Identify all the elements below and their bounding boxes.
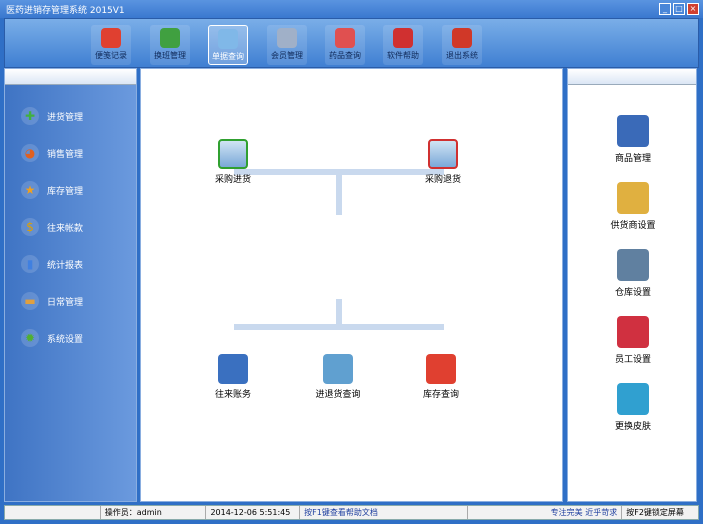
medicine-icon [335,28,355,48]
status-lock-hint: 按F2键锁定屏幕 [626,508,684,517]
toolbar-button-members[interactable]: 会员管理 [267,25,307,65]
toolbar-button-label: 软件帮助 [387,51,419,60]
star-icon: ★ [21,181,39,199]
magnifier-icon [218,29,238,49]
sidebar-header [5,69,136,85]
folder-icon: ▬ [21,292,39,310]
staff-icon [617,316,649,348]
status-datetime: 2014-12-06 5:51:45 [206,506,301,519]
status-operator: 操作员：admin [101,506,207,519]
return-query-icon [323,354,353,384]
power-icon [452,28,472,48]
sidebar-item-dollar[interactable]: $ 往来帐款 [21,218,83,236]
dollar-icon: $ [21,218,39,236]
toolbar-button-label: 会员管理 [271,51,303,60]
right-panel: 商品管理供货商设置仓库设置员工设置更换皮肤 [567,68,697,502]
right-item-warehouse[interactable]: 仓库设置 [568,249,698,298]
supplier-icon [617,182,649,214]
center-item-return-query[interactable]: 进退货查询 [308,354,368,400]
right-item-label: 更换皮肤 [614,422,651,432]
right-item-label: 员工设置 [614,355,651,365]
center-item-label: 进退货查询 [315,390,361,400]
title-bar: 医药进销存管理系统 2015V1 _ □ × [0,0,703,18]
sidebar-item-label: 统计报表 [47,260,84,271]
center-item-label: 采购退货 [424,175,461,185]
connector-top-stem [336,175,342,215]
right-item-staff[interactable]: 员工设置 [568,316,698,365]
sidebar-item-label: 往来帐款 [47,223,84,234]
right-item-label: 供货商设置 [610,221,656,231]
main-panel: 采购进货 采购退货往来账务 进退货查询 库存查询 [140,68,563,502]
sidebar-item-gear[interactable]: ✹ 系统设置 [21,329,83,347]
sidebar-item-folder[interactable]: ▬ 日常管理 [21,292,83,310]
center-item-label: 往来账务 [214,390,251,400]
center-item-label: 采购进货 [214,175,251,185]
status-bar: 操作员：admin 2014-12-06 5:51:45 按F1键查看帮助文档 … [4,505,699,520]
cart-add-icon [218,139,248,169]
toolbar-button-label: 便笺记录 [95,51,127,60]
sidebar-item-label: 库存管理 [47,186,84,197]
members-icon [277,28,297,48]
right-item-label: 商品管理 [614,154,651,164]
toolbar-button-label: 药品查询 [329,51,361,60]
toolbar-button-magnifier[interactable]: 单据查询 [208,25,248,65]
notepad-icon [101,28,121,48]
center-item-cart-remove[interactable]: 采购退货 [413,139,473,185]
status-slogan: 专注完美 近乎苛求 [468,506,623,519]
skin-icon [617,383,649,415]
toolbar-button-label: 单据查询 [212,52,244,61]
cart-remove-icon [428,139,458,169]
sidebar-item-label: 销售管理 [47,149,84,160]
pie-chart-icon: ◕ [21,144,39,162]
minimize-button[interactable]: _ [659,3,671,15]
toolbar: 便笺记录 换班管理 单据查询 会员管理 药品查询 软件帮助 退出系统 [4,18,699,68]
sidebar-item-label: 进货管理 [47,112,84,123]
close-button[interactable]: × [687,3,699,15]
right-panel-header [568,69,696,85]
warehouse-icon [617,249,649,281]
status-blank [5,506,101,519]
inventory-icon [426,354,456,384]
maximize-button[interactable]: □ [673,3,685,15]
sidebar-item-pie-chart[interactable]: ◕ 销售管理 [21,144,83,162]
sidebar-item-plus[interactable]: ✚ 进货管理 [21,107,83,125]
right-item-label: 仓库设置 [614,288,651,298]
right-item-goods[interactable]: 商品管理 [568,115,698,164]
center-item-label: 库存查询 [422,390,459,400]
goods-icon [617,115,649,147]
connector-bottom [234,324,444,330]
toolbar-button-label: 退出系统 [446,51,478,60]
toolbar-button-help[interactable]: 软件帮助 [383,25,423,65]
toolbar-button-medicine[interactable]: 药品查询 [325,25,365,65]
center-item-cart-add[interactable]: 采购进货 [203,139,263,185]
status-help: 按F1键查看帮助文档 [300,506,468,519]
ledger-icon [218,354,248,384]
gear-icon: ✹ [21,329,39,347]
sidebar-item-star[interactable]: ★ 库存管理 [21,181,83,199]
sidebar-item-label: 系统设置 [47,334,84,345]
center-item-ledger[interactable]: 往来账务 [203,354,263,400]
plus-icon: ✚ [21,107,39,125]
toolbar-button-power[interactable]: 退出系统 [442,25,482,65]
sidebar: ✚ 进货管理 ◕ 销售管理 ★ 库存管理 $ 往来帐款 ▮ 统计报表 ▬ 日常管理 ✹ 系统设置 [4,68,137,502]
right-item-skin[interactable]: 更换皮肤 [568,383,698,432]
right-item-supplier[interactable]: 供货商设置 [568,182,698,231]
bar-chart-icon: ▮ [21,255,39,273]
sidebar-item-bar-chart[interactable]: ▮ 统计报表 [21,255,83,273]
connector-bottom-stem [336,299,342,324]
help-icon [393,28,413,48]
center-item-inventory[interactable]: 库存查询 [411,354,471,400]
window-title: 医药进销存管理系统 2015V1 [6,6,125,16]
users-swap-icon [160,28,180,48]
toolbar-button-users-swap[interactable]: 换班管理 [150,25,190,65]
toolbar-button-label: 换班管理 [154,51,186,60]
sidebar-item-label: 日常管理 [47,297,84,308]
toolbar-button-notepad[interactable]: 便笺记录 [91,25,131,65]
